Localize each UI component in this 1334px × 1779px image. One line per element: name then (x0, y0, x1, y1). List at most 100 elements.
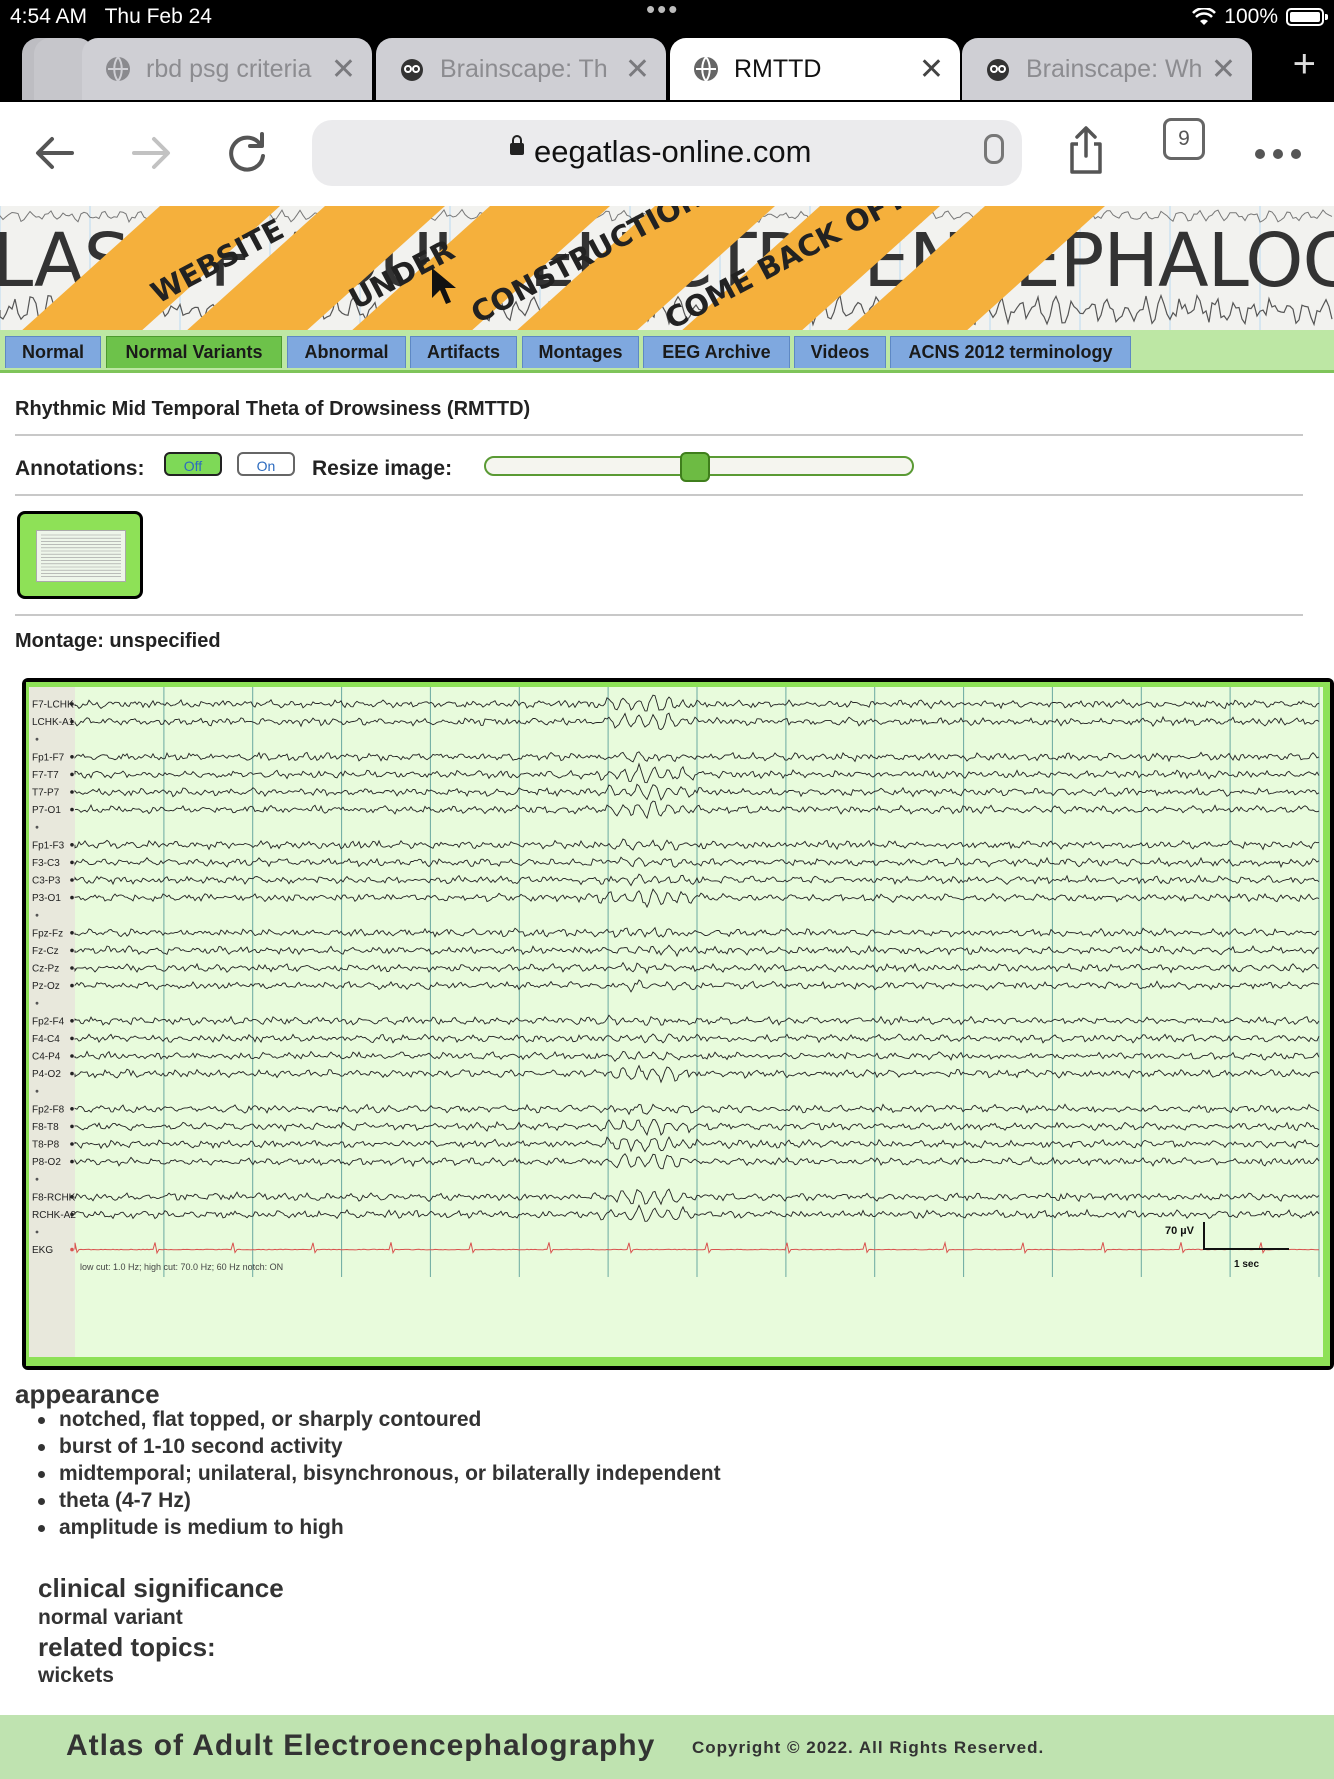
annotations-label: Annotations: (15, 457, 145, 480)
slider-thumb[interactable] (680, 452, 710, 482)
channel-label: Fp2-F4 (32, 1016, 65, 1027)
nav-tab-abnormal[interactable]: Abnormal (287, 336, 406, 368)
channel-marker (70, 1036, 74, 1041)
close-tab-icon[interactable]: ✕ (331, 52, 356, 87)
url-text: eegatlas-online.com (534, 134, 812, 169)
channel-marker (70, 931, 74, 935)
nav-tab-normal-variants[interactable]: Normal Variants (106, 336, 282, 368)
nav-tab-artifacts[interactable]: Artifacts (410, 336, 517, 368)
globe-icon (104, 55, 132, 83)
channel-separator (35, 913, 39, 917)
footer-title: Atlas of Adult Electroencephalography (66, 1729, 656, 1762)
list-item: notched, flat topped, or sharply contour… (32, 1408, 721, 1435)
channel-label: P4-O2 (32, 1069, 61, 1080)
channel-marker (70, 719, 74, 724)
divider (15, 494, 1303, 496)
nav-tab-videos[interactable]: Videos (794, 336, 886, 368)
divider (15, 614, 1303, 616)
close-tab-icon[interactable]: ✕ (919, 52, 944, 87)
channel-marker (70, 983, 74, 988)
channel-label: C3-P3 (32, 876, 61, 887)
footer-copyright: Copyright © 2022. All Rights Reserved. (692, 1738, 1045, 1757)
microphone-icon[interactable] (984, 134, 1004, 164)
wifi-icon (1192, 8, 1217, 25)
thumbnail-preview (36, 530, 126, 582)
channel-marker (70, 1247, 74, 1252)
browser-tab[interactable]: Brainscape: Wh ✕ (962, 38, 1252, 100)
channel-label: F8-RCHK (32, 1192, 76, 1203)
annotations-off-button[interactable]: Off (164, 452, 222, 476)
channel-label: F7-T7 (32, 770, 59, 781)
nav-tab-normal[interactable]: Normal (5, 336, 101, 368)
back-icon[interactable] (32, 130, 78, 176)
channel-marker (70, 1019, 74, 1023)
channel-label: F7-LCHK (32, 700, 74, 711)
annotations-on-button[interactable]: On (237, 452, 295, 476)
channel-label: LCHK-A1 (32, 717, 75, 728)
channel-label: P3-O1 (32, 893, 61, 904)
lock-icon (510, 135, 524, 155)
channel-marker (70, 1071, 74, 1076)
thumbnail-traces (41, 534, 121, 577)
brainscape-icon (398, 55, 426, 83)
new-tab-icon[interactable]: + (1293, 42, 1316, 87)
nav-tab-acns-2012-terminology[interactable]: ACNS 2012 terminology (890, 336, 1131, 368)
eeg-thumbnail[interactable] (17, 511, 143, 599)
channel-label: C4-P4 (32, 1052, 61, 1063)
multitasking-dots-icon[interactable]: ••• (646, 0, 679, 25)
appearance-list: notched, flat topped, or sharply contour… (32, 1408, 721, 1543)
channel-separator (35, 1177, 39, 1181)
battery-icon (1286, 8, 1328, 26)
channel-marker (70, 807, 74, 812)
channel-separator (35, 1089, 39, 1093)
site-footer: Atlas of Adult Electroencephalography Co… (0, 1715, 1334, 1779)
status-time-date: 4:54 AM Thu Feb 24 (10, 5, 212, 28)
browser-tab-active[interactable]: RMTTD ✕ (670, 38, 960, 100)
channel-marker (70, 1107, 74, 1111)
close-tab-icon[interactable]: ✕ (1211, 52, 1236, 87)
channel-marker (70, 966, 74, 970)
reload-icon[interactable] (224, 130, 270, 176)
globe-icon (692, 55, 720, 83)
channel-marker (70, 1159, 74, 1164)
list-item: burst of 1-10 second activity (32, 1435, 721, 1462)
channel-marker (70, 843, 74, 847)
channel-marker (70, 755, 74, 759)
browser-toolbar: eegatlas-online.com 9 (0, 102, 1334, 206)
appearance-heading: appearance (15, 1379, 160, 1409)
site-nav: Normal Normal Variants Abnormal Artifact… (0, 330, 1334, 373)
resize-image-slider[interactable] (484, 452, 914, 482)
browser-tab[interactable]: Brainscape: Th ✕ (376, 38, 666, 100)
more-icon[interactable] (1254, 148, 1302, 160)
construction-stripes: WEBSITE UNDER CONSTRUCTION COME BACK OFT… (22, 206, 1105, 330)
channel-marker (70, 948, 74, 953)
browser-tab-bar: rbd psg criteria ✕ Brainscape: Th ✕ RMTT… (0, 34, 1334, 102)
channel-marker (70, 878, 74, 882)
filter-settings: low cut: 1.0 Hz; high cut: 70.0 Hz; 60 H… (80, 1262, 283, 1272)
brainscape-icon (984, 55, 1012, 83)
forward-icon[interactable] (128, 130, 174, 176)
nav-tab-eeg-archive[interactable]: EEG Archive (643, 336, 790, 368)
address-bar[interactable]: eegatlas-online.com (312, 120, 1022, 186)
channel-marker (70, 772, 74, 777)
clinical-significance-heading: clinical significance (38, 1573, 284, 1603)
tab-count-button[interactable]: 9 (1163, 118, 1205, 160)
channel-separator (35, 737, 39, 741)
channel-label: F8-T8 (32, 1122, 59, 1133)
channel-label: F3-C3 (32, 858, 60, 869)
close-tab-icon[interactable]: ✕ (625, 52, 650, 87)
share-icon[interactable] (1066, 126, 1106, 176)
channel-label: Fp1-F3 (32, 840, 65, 851)
channel-marker (70, 1124, 74, 1129)
clinical-significance-text: normal variant (38, 1606, 183, 1629)
channel-label: Fp1-F7 (32, 752, 65, 763)
channel-label: EKG (32, 1245, 53, 1256)
related-topic-link[interactable]: wickets (38, 1664, 114, 1688)
browser-tab[interactable]: rbd psg criteria ✕ (82, 38, 372, 100)
channel-marker (70, 702, 74, 706)
divider (15, 434, 1303, 436)
nav-tab-montages[interactable]: Montages (522, 336, 639, 368)
status-bar: 4:54 AM Thu Feb 24 ••• 100% (0, 0, 1334, 34)
eeg-viewer[interactable]: F7-LCHK LCHK-A1 Fp1-F7 F7-T7 T7-P7 P7-O1 Fp1-F… (22, 678, 1334, 1370)
site-banner[interactable]: LAS OF ADULT ELECTROENCEPHALOGRAPHY WEBS… (0, 206, 1334, 330)
